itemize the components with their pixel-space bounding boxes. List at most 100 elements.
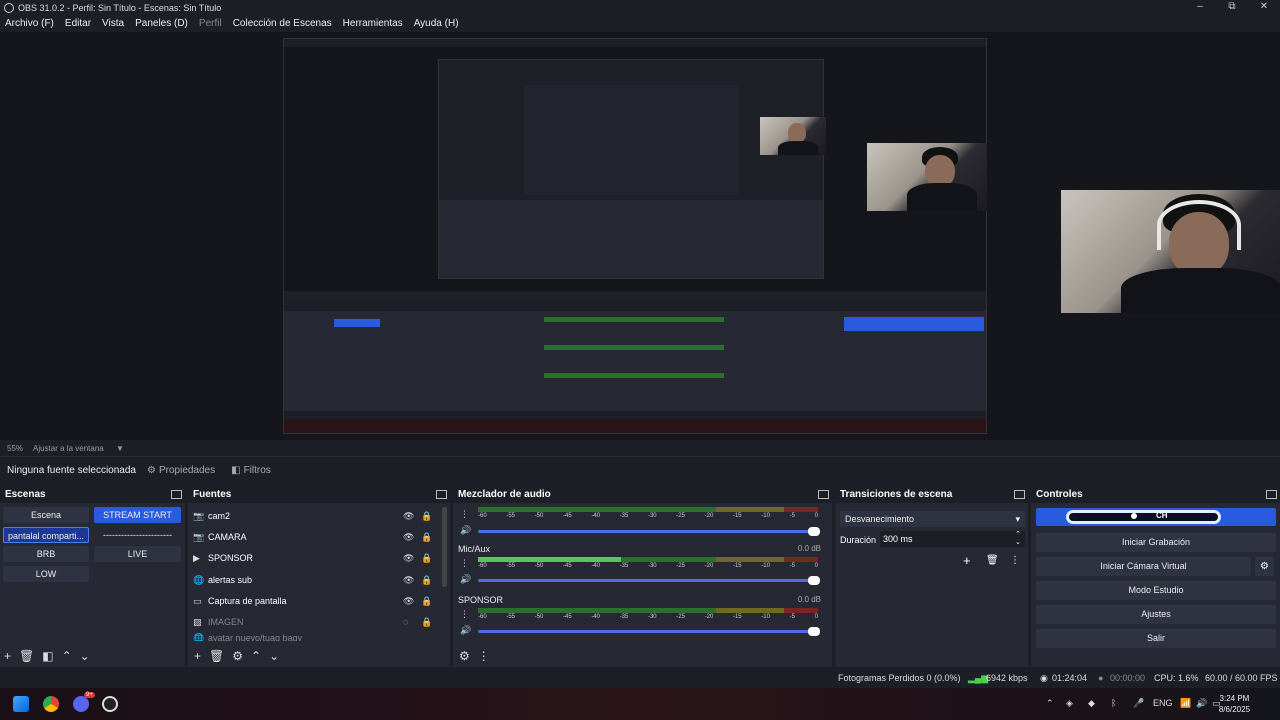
- kebab-menu-icon[interactable]: ⋮: [1010, 555, 1020, 566]
- scene-low[interactable]: LOW: [3, 566, 89, 582]
- eye-icon[interactable]: 👁: [403, 575, 414, 586]
- trash-icon[interactable]: 🗑: [19, 649, 34, 663]
- menu-archivo[interactable]: Archivo (F): [5, 18, 54, 29]
- filter-icon[interactable]: ◧: [42, 649, 53, 663]
- kebab-menu-icon[interactable]: ⋮: [478, 649, 490, 663]
- scene-live[interactable]: LIVE: [94, 546, 181, 562]
- eye-hidden-icon[interactable]: ◌: [403, 617, 408, 627]
- speaker-icon[interactable]: 🔊: [460, 625, 471, 636]
- kebab-menu-icon[interactable]: ⋮: [460, 509, 469, 520]
- speaker-icon[interactable]: 🔊: [460, 525, 471, 536]
- gear-icon[interactable]: ⚙: [232, 649, 243, 663]
- settings-button[interactable]: Ajustes: [1036, 605, 1276, 624]
- menu-herramientas[interactable]: Herramientas: [343, 18, 403, 29]
- exit-button[interactable]: Salir: [1036, 629, 1276, 648]
- maximize-button[interactable]: ⧉: [1216, 0, 1248, 15]
- window-title: OBS 31.0.2 - Perfil: Sin Título - Escena…: [18, 2, 222, 13]
- menu-perfil[interactable]: Perfil: [199, 18, 222, 29]
- network-app-icon[interactable]: ◈: [1066, 698, 1073, 709]
- start-streaming-button[interactable]: CH: [1036, 508, 1276, 526]
- properties-button[interactable]: ⚙ Propiedades: [147, 465, 215, 476]
- add-scene-icon[interactable]: +: [4, 649, 11, 663]
- start-virtual-camera-button[interactable]: Iniciar Cámara Virtual: [1036, 557, 1251, 576]
- webcam-feed: [1061, 190, 1280, 313]
- menu-editar[interactable]: Editar: [65, 18, 91, 29]
- lock-icon[interactable]: 🔒: [421, 532, 432, 543]
- undock-icon[interactable]: [436, 490, 447, 499]
- scene-brb[interactable]: BRB: [3, 546, 89, 562]
- zoom-mode-dropdown[interactable]: Ajustar a la ventana ▼: [33, 444, 134, 453]
- sources-scrollbar[interactable]: [442, 507, 447, 587]
- scene-separator[interactable]: -----------------------: [94, 527, 181, 543]
- volume-icon[interactable]: 🔊: [1196, 698, 1207, 709]
- lock-icon[interactable]: 🔒: [421, 617, 432, 628]
- eye-icon[interactable]: 👁: [403, 511, 414, 522]
- scene-escena[interactable]: Escena: [3, 507, 89, 523]
- lock-icon[interactable]: 🔒: [421, 511, 432, 522]
- minimize-button[interactable]: –: [1184, 0, 1216, 15]
- arrow-down-icon[interactable]: ⌄: [269, 649, 279, 663]
- studio-mode-button[interactable]: Modo Estudio: [1036, 581, 1276, 600]
- windows-start-icon[interactable]: [13, 696, 29, 712]
- system-clock[interactable]: 3:24 PM 8/6/2025: [1219, 693, 1250, 715]
- chrome-icon[interactable]: [43, 696, 59, 712]
- context-bar: Ninguna fuente seleccionada ⚙ Propiedades…: [0, 456, 1280, 484]
- broadcast-icon: ◉: [1040, 673, 1048, 683]
- virtual-camera-settings-icon[interactable]: ⚙: [1255, 557, 1274, 576]
- add-transition-icon[interactable]: +: [963, 553, 971, 568]
- undock-icon[interactable]: [171, 490, 182, 499]
- wifi-icon[interactable]: 📶: [1180, 698, 1191, 709]
- kebab-menu-icon[interactable]: ⋮: [460, 558, 469, 569]
- preview-canvas[interactable]: [0, 32, 1280, 440]
- close-button[interactable]: ✕: [1248, 0, 1280, 15]
- obs-taskbar-icon[interactable]: [102, 696, 118, 712]
- microphone-icon[interactable]: 🎤: [1133, 698, 1144, 709]
- volume-slider[interactable]: [478, 627, 820, 636]
- kebab-menu-icon[interactable]: ⋮: [460, 609, 469, 620]
- bluetooth-icon[interactable]: ᛒ: [1111, 698, 1116, 708]
- discord-icon[interactable]: [73, 696, 89, 712]
- eye-icon[interactable]: 👁: [403, 532, 414, 543]
- arrow-down-icon[interactable]: ⌄: [80, 649, 90, 663]
- source-item[interactable]: 🌐 alertas sub 👁 🔒: [193, 570, 433, 590]
- lock-icon[interactable]: 🔒: [421, 575, 432, 586]
- advanced-audio-icon[interactable]: ⚙: [459, 649, 470, 663]
- menu-bar: Archivo (F) Editar Vista Paneles (D) Per…: [0, 15, 1280, 32]
- trash-icon[interactable]: 🗑: [986, 555, 999, 566]
- scene-pantalla-compartida[interactable]: pantalal comparti...: [3, 527, 89, 543]
- filters-button[interactable]: ◧ Filtros: [231, 465, 271, 476]
- start-recording-button[interactable]: Iniciar Grabación: [1036, 533, 1276, 552]
- source-item[interactable]: ▨ IMAGEN ◌ 🔒: [193, 612, 433, 632]
- lock-icon[interactable]: 🔒: [421, 553, 432, 564]
- trash-icon[interactable]: 🗑: [209, 649, 224, 663]
- undock-icon[interactable]: [1266, 490, 1277, 499]
- menu-ayuda[interactable]: Ayuda (H): [414, 18, 459, 29]
- source-item[interactable]: ▶ SPONSOR 👁 🔒: [193, 548, 433, 568]
- volume-slider[interactable]: [478, 527, 820, 536]
- source-item[interactable]: 📷 CAMARA 👁 🔒: [193, 527, 433, 547]
- stepper-icon[interactable]: ⌃ ⌄: [1015, 531, 1021, 547]
- speaker-icon[interactable]: 🔊: [460, 574, 471, 585]
- eye-icon[interactable]: 👁: [403, 596, 414, 607]
- menu-paneles[interactable]: Paneles (D): [135, 18, 188, 29]
- app-tray-icon[interactable]: ◆: [1088, 698, 1095, 709]
- source-item[interactable]: 📷 cam2 👁 🔒: [193, 506, 433, 526]
- chevron-up-icon[interactable]: ⌃: [1046, 698, 1054, 709]
- source-item[interactable]: ▭ Captura de pantalla 👁 🔒: [193, 591, 433, 611]
- scene-stream-start[interactable]: STREAM START: [94, 507, 181, 523]
- lock-icon[interactable]: 🔒: [421, 596, 432, 607]
- transition-select[interactable]: Desvanecimiento ▾: [840, 511, 1025, 527]
- eye-icon[interactable]: 👁: [403, 553, 414, 564]
- undock-icon[interactable]: [818, 490, 829, 499]
- menu-coleccion-escenas[interactable]: Colección de Escenas: [233, 18, 332, 29]
- volume-slider[interactable]: [478, 576, 820, 585]
- add-source-icon[interactable]: +: [194, 649, 201, 663]
- undock-icon[interactable]: [1014, 490, 1025, 499]
- arrow-up-icon[interactable]: ⌃: [251, 649, 261, 663]
- duration-input[interactable]: 300 ms ⌃ ⌄: [880, 531, 1025, 547]
- source-item[interactable]: 🌐 avatar nuevo/tuaq bagy: [193, 633, 433, 641]
- arrow-up-icon[interactable]: ⌃: [62, 649, 72, 663]
- meter-ticks: -60 -55 -50 -45 -40 -35 -30 -25 -20 -15 -10 -5 0: [478, 563, 818, 569]
- menu-vista[interactable]: Vista: [102, 18, 124, 29]
- language-indicator[interactable]: ENG: [1153, 698, 1173, 708]
